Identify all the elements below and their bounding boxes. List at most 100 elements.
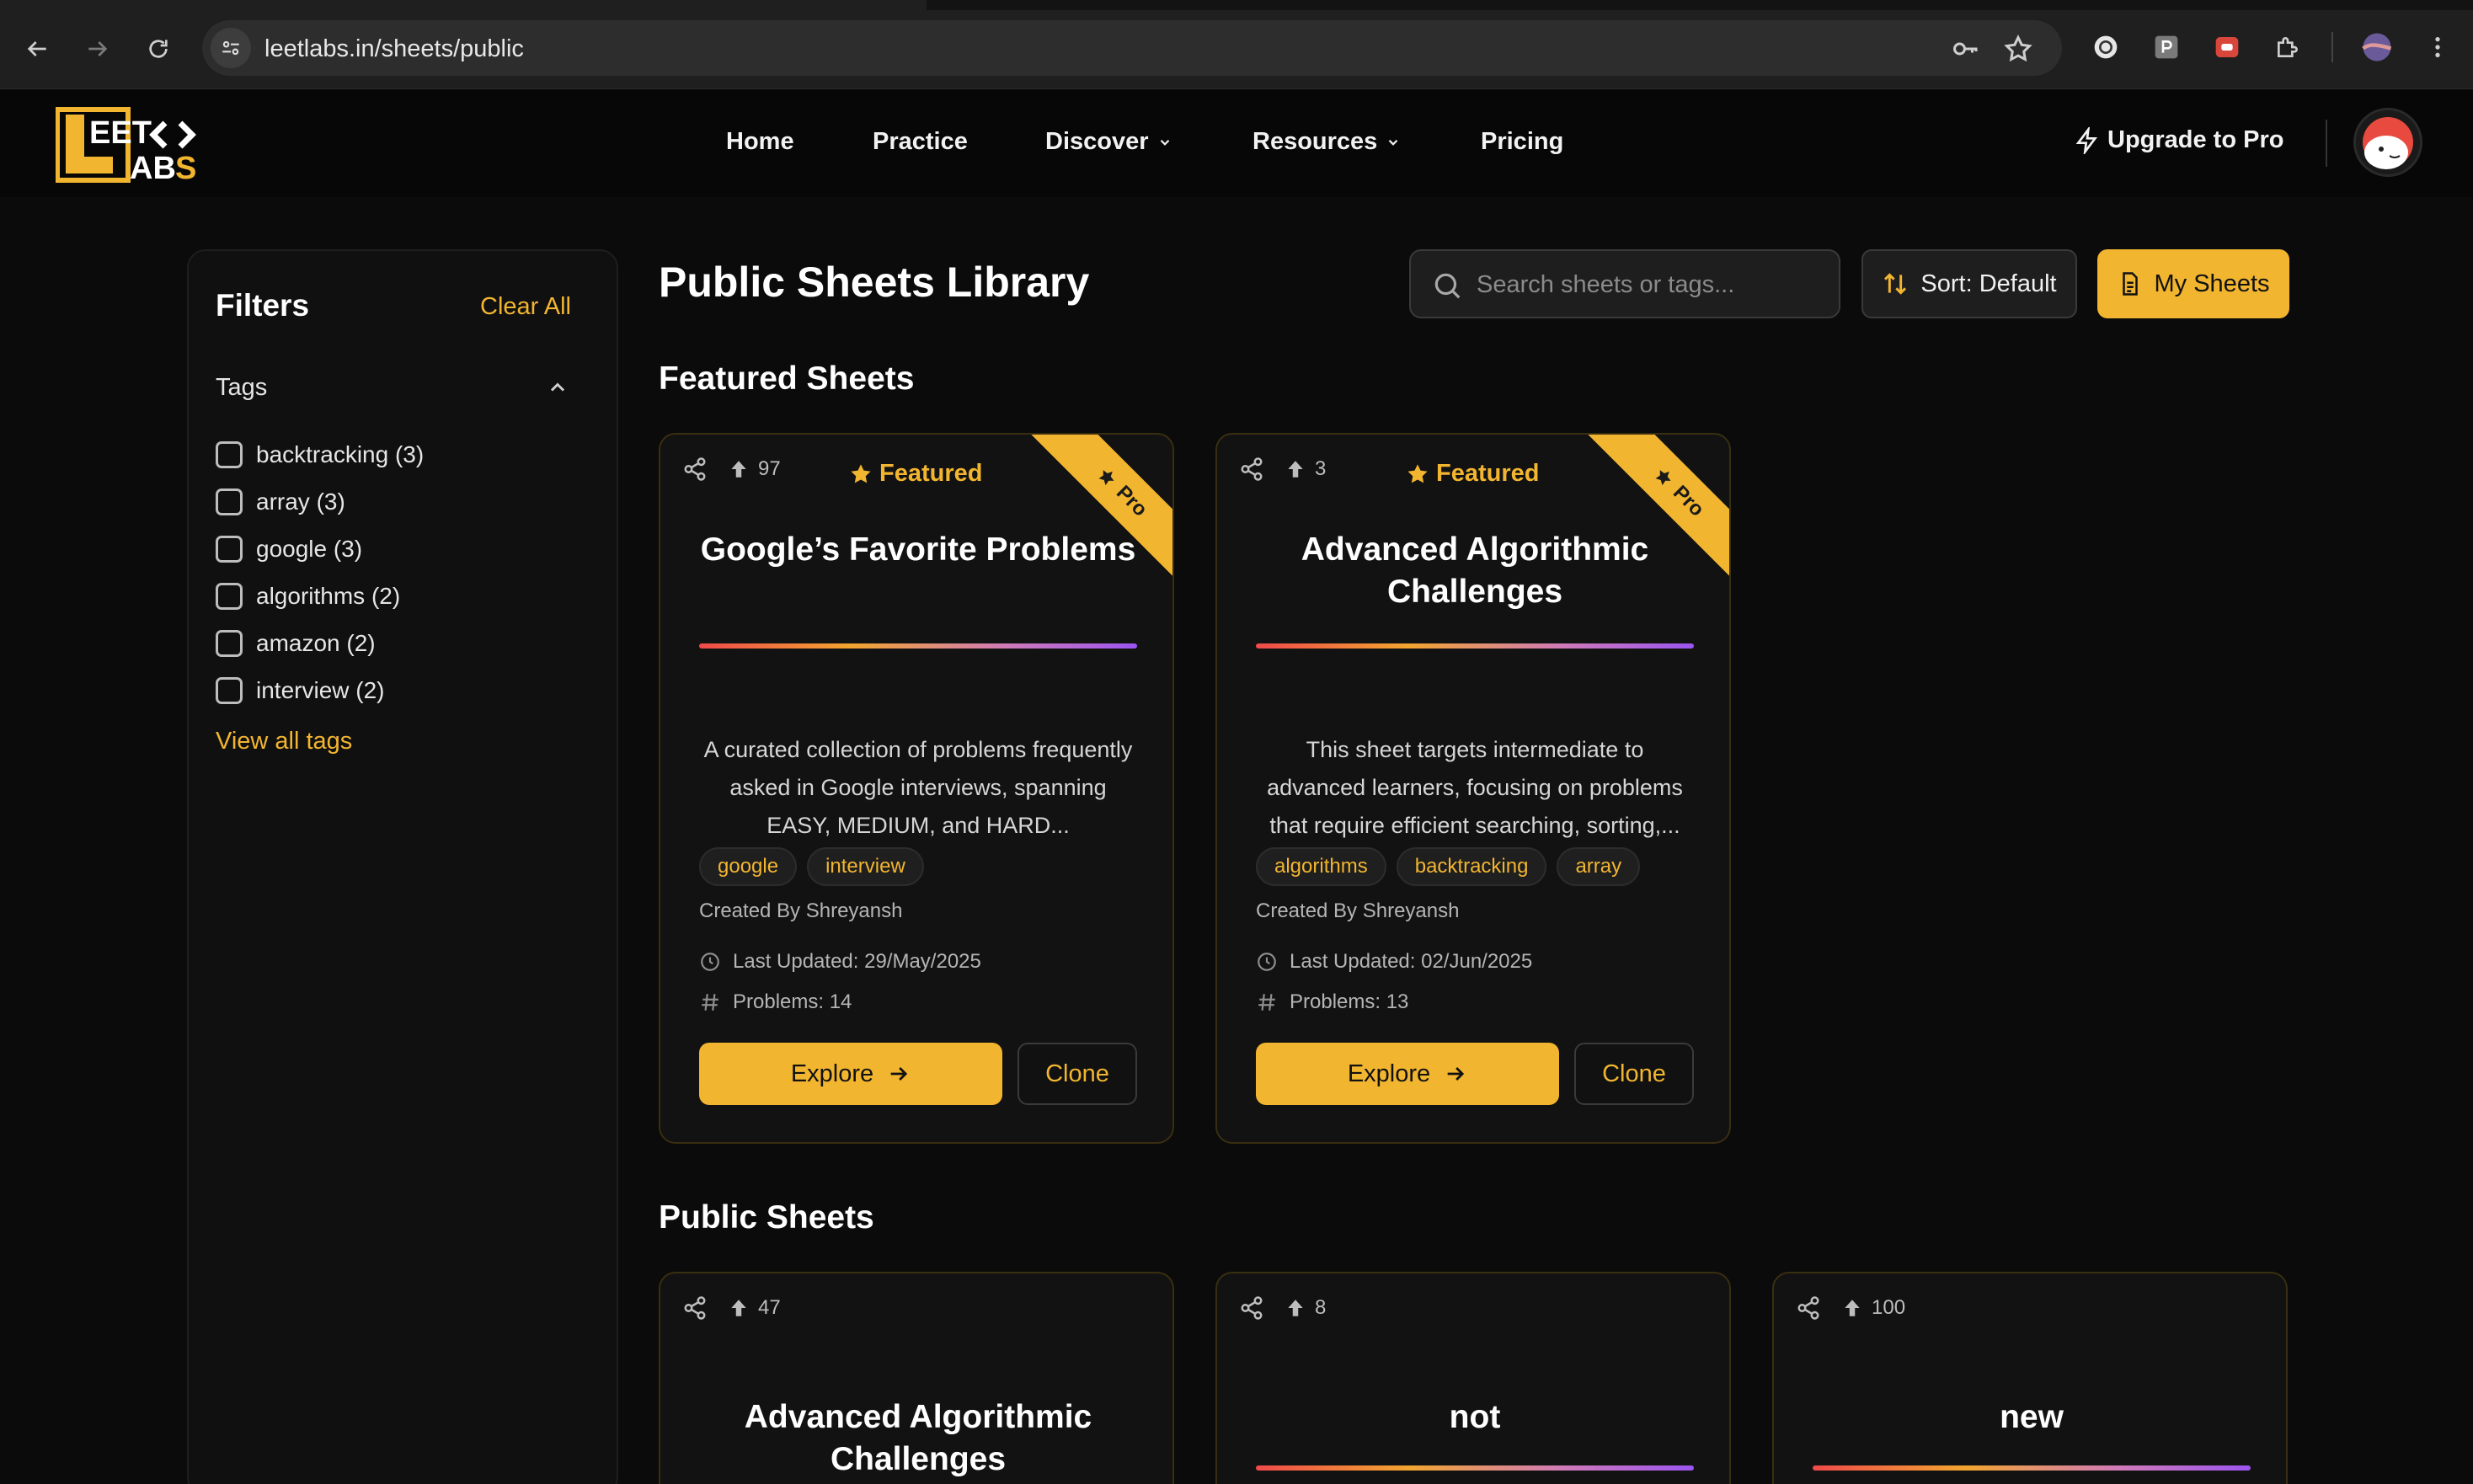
upvote-icon[interactable]: [728, 458, 750, 480]
upvote-icon[interactable]: [1841, 1297, 1863, 1319]
address-bar[interactable]: leetlabs.in/sheets/public: [202, 20, 2062, 76]
nav-practice-label: Practice: [873, 128, 968, 155]
hash-icon: [1258, 994, 1275, 1011]
tag-filter-array[interactable]: array (3): [216, 478, 424, 526]
tab-strip: [0, 0, 2473, 10]
tag-filter-algorithms[interactable]: algorithms (2): [216, 573, 424, 620]
clock-icon: [701, 953, 719, 971]
card-tags: algorithms backtracking array: [1256, 847, 1650, 886]
upvote-icon[interactable]: [728, 1297, 750, 1319]
share-icon[interactable]: [682, 456, 708, 482]
profile-avatar-icon[interactable]: [2362, 32, 2392, 62]
gradient-divider: [1813, 1465, 2251, 1471]
tag-filter-google[interactable]: google (3): [216, 526, 424, 573]
extension-p-icon[interactable]: [2151, 32, 2182, 62]
site-info-icon[interactable]: [211, 28, 251, 68]
upvote-icon[interactable]: [1285, 458, 1306, 480]
search-input[interactable]: [1477, 266, 1822, 303]
card-title[interactable]: Advanced Algorithmic Challenges: [694, 1396, 1142, 1481]
tag-chip[interactable]: google: [699, 847, 798, 886]
sort-button[interactable]: Sort: Default: [1861, 249, 2077, 318]
tag-chip[interactable]: backtracking: [1396, 847, 1547, 886]
public-sheets-heading: Public Sheets: [659, 1199, 874, 1236]
nav-practice[interactable]: Practice: [873, 128, 968, 156]
checkbox[interactable]: [216, 441, 243, 468]
card-meta: 3: [1239, 456, 1326, 482]
upvote-count: 8: [1315, 1296, 1327, 1319]
card-updated: Last Updated: 29/May/2025: [699, 950, 981, 974]
checkbox[interactable]: [216, 583, 243, 610]
extensions-puzzle-icon[interactable]: [2273, 32, 2303, 62]
password-key-icon[interactable]: [1951, 34, 1981, 64]
tag-filter-interview[interactable]: interview (2): [216, 667, 424, 714]
view-all-tags-link[interactable]: View all tags: [216, 728, 352, 755]
tag-filter-amazon[interactable]: amazon (2): [216, 620, 424, 667]
document-icon: [2122, 272, 2138, 296]
card-creator: Created By Shreyansh: [1256, 899, 1460, 922]
search-box[interactable]: [1409, 249, 1840, 318]
user-avatar[interactable]: [2353, 108, 2422, 177]
tags-heading[interactable]: Tags: [216, 374, 267, 402]
nav-resources[interactable]: Resources: [1253, 128, 1401, 156]
share-icon[interactable]: [1239, 456, 1264, 482]
extension-record-icon[interactable]: [2212, 32, 2242, 62]
tag-filter-label: array (3): [256, 488, 345, 515]
card-title[interactable]: new: [1808, 1396, 2256, 1439]
explore-button[interactable]: Explore: [699, 1043, 1002, 1105]
upvote-count: 97: [758, 457, 781, 480]
leetlabs-logo[interactable]: EET AB S: [55, 106, 216, 186]
card-meta: 47: [682, 1295, 781, 1321]
clone-button[interactable]: Clone: [1574, 1043, 1694, 1105]
bookmark-star-icon[interactable]: [2003, 34, 2033, 64]
card-title[interactable]: Google’s Favorite Problems: [694, 529, 1142, 571]
share-icon[interactable]: [1796, 1295, 1821, 1321]
updated-text: Last Updated: 29/May/2025: [733, 950, 981, 973]
explore-label: Explore: [790, 1060, 874, 1087]
public-sheet-card: 100 new: [1772, 1272, 2288, 1484]
extension-globe-icon[interactable]: [2091, 32, 2121, 62]
clear-all-button[interactable]: Clear All: [480, 293, 571, 321]
tag-filter-label: google (3): [256, 536, 363, 562]
explore-button[interactable]: Explore: [1256, 1043, 1559, 1105]
upvote-icon[interactable]: [1285, 1297, 1306, 1319]
nav-home[interactable]: Home: [726, 128, 794, 156]
card-title[interactable]: not: [1251, 1396, 1699, 1439]
checkbox[interactable]: [216, 536, 243, 563]
card-title[interactable]: Advanced Algorithmic Challenges: [1251, 529, 1699, 613]
star-icon: [1655, 470, 1671, 486]
star-icon: [851, 463, 871, 483]
tag-chip[interactable]: array: [1557, 847, 1641, 886]
tag-filter-list: backtracking (3) array (3) google (3) al…: [216, 431, 424, 714]
tag-filter-backtracking[interactable]: backtracking (3): [216, 431, 424, 478]
card-problems: Problems: 13: [1256, 990, 1408, 1014]
card-meta: 8: [1239, 1295, 1326, 1321]
reload-icon[interactable]: [142, 32, 175, 66]
card-problems: Problems: 14: [699, 990, 852, 1014]
chevron-up-icon[interactable]: [546, 376, 569, 399]
forward-icon[interactable]: [81, 32, 115, 66]
url-text[interactable]: leetlabs.in/sheets/public: [264, 35, 524, 63]
upgrade-to-pro-button[interactable]: Upgrade to Pro: [2074, 126, 2283, 154]
page-title: Public Sheets Library: [659, 259, 1090, 306]
nav-resources-label: Resources: [1253, 128, 1378, 155]
share-icon[interactable]: [682, 1295, 708, 1321]
share-icon[interactable]: [1239, 1295, 1264, 1321]
checkbox[interactable]: [216, 488, 243, 515]
sort-label: Sort: Default: [1920, 270, 2057, 297]
nav-pricing[interactable]: Pricing: [1481, 128, 1563, 156]
back-icon[interactable]: [20, 32, 54, 66]
star-icon: [1407, 463, 1428, 483]
tag-chip[interactable]: interview: [807, 847, 924, 886]
clone-button[interactable]: Clone: [1018, 1043, 1137, 1105]
checkbox[interactable]: [216, 630, 243, 657]
nav-home-label: Home: [726, 128, 794, 155]
nav-discover[interactable]: Discover: [1045, 128, 1172, 156]
browser-menu-icon[interactable]: [2422, 32, 2453, 62]
tag-chip[interactable]: algorithms: [1256, 847, 1386, 886]
my-sheets-button[interactable]: My Sheets: [2097, 249, 2289, 318]
checkbox[interactable]: [216, 677, 243, 704]
card-updated: Last Updated: 02/Jun/2025: [1256, 950, 1532, 974]
public-sheet-card: 8 not: [1215, 1272, 1731, 1484]
active-tab[interactable]: [0, 0, 927, 10]
star-icon: [1098, 470, 1114, 486]
